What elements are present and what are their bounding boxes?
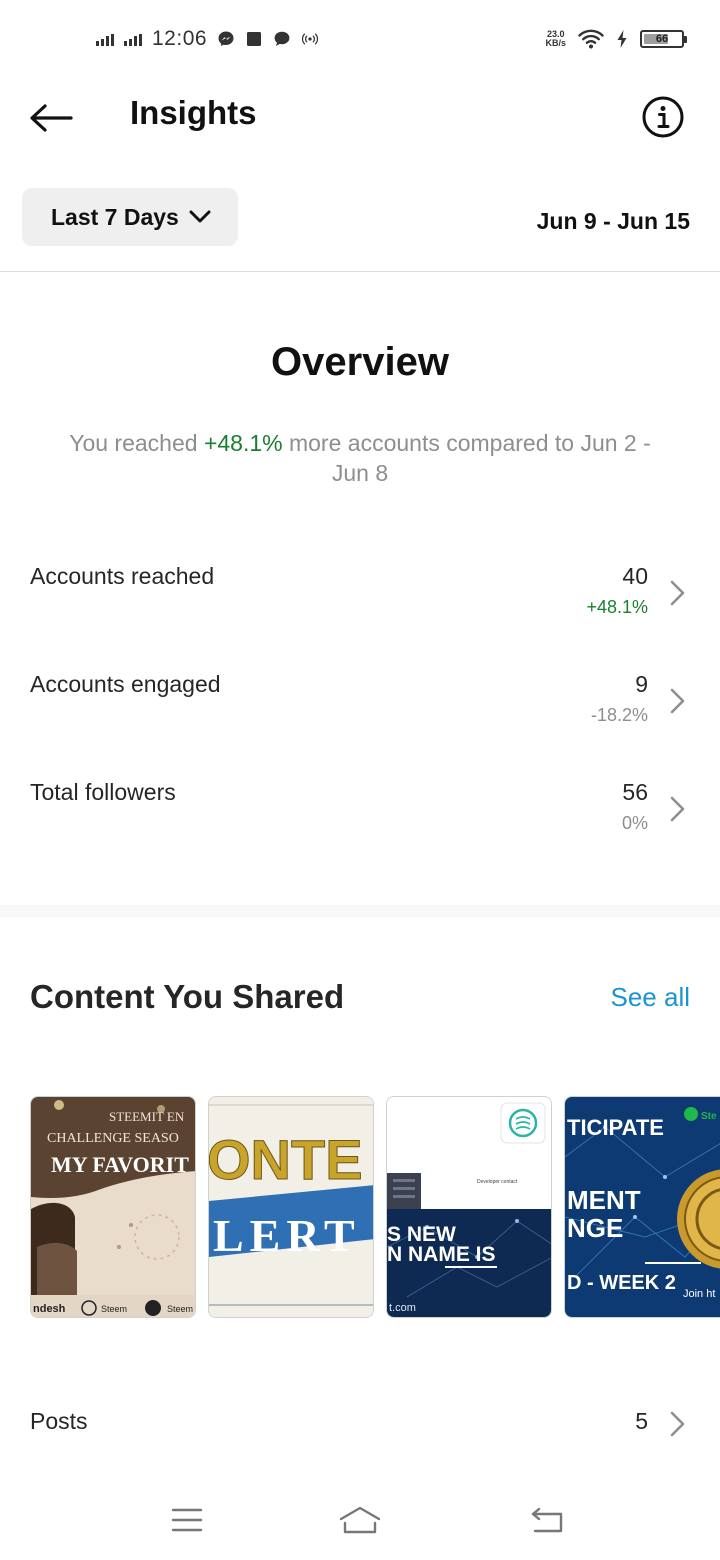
section-separator [0,905,720,917]
posts-count: 5 [635,1408,648,1434]
divider [0,271,720,272]
thumb-text: Developer contact [477,1179,518,1185]
thumbnail-image: TICIPATE Ste MENT NGE D - WEEK 2 Join ht [565,1097,720,1317]
overview-summary: You reached +48.1% more accounts compare… [60,428,660,488]
metric-label: Total followers [30,779,176,805]
summary-prefix: You reached [69,430,204,456]
clock: 12:06 [152,27,208,50]
metric-change: -18.2% [590,705,648,725]
chevron-down-icon [189,210,211,223]
thumb-text: t.com [389,1302,416,1314]
thumb-text: STEEMIT EN [109,1109,185,1124]
menu-icon [171,1508,203,1532]
content-thumbnail[interactable]: TICIPATE Ste MENT NGE D - WEEK 2 Join ht [564,1096,720,1318]
charging-icon [617,30,627,48]
metric-value: 56 [622,779,648,805]
arrow-left-icon [30,104,73,132]
signal-icon [124,32,142,46]
date-range-dropdown[interactable]: Last 7 Days [22,188,238,246]
chevron-right-icon [670,1411,685,1437]
thumb-text: CHALLENGE SEASO [47,1131,179,1146]
thumb-text: N NAME IS [387,1243,496,1266]
home-button[interactable] [335,1500,385,1540]
metric-row-accounts-reached[interactable]: Accounts reached 40 +48.1% [0,563,720,643]
back-button[interactable] [28,96,74,140]
metric-change: 0% [621,813,648,833]
back-icon [531,1507,563,1533]
thumb-text: MY FAVORIT [51,1152,189,1177]
messenger-icon [218,31,234,46]
wifi-icon [578,29,604,49]
thumbnail-image: Developer contact S NEW N NAME IS t.com [387,1097,551,1317]
see-all-link[interactable]: See all [611,982,691,1013]
battery-level: 66 [655,33,669,45]
metric-row-total-followers[interactable]: Total followers 56 0% [0,779,720,859]
chevron-right-icon [670,796,685,822]
square-icon [247,32,262,46]
info-button[interactable] [640,94,686,140]
summary-highlight: +48.1% [203,430,283,456]
thumb-text: Ste [701,1111,717,1122]
status-right: 23.0 KB/s 66 [545,26,687,52]
status-bar: 12:06 23.0 KB/s 66 [0,0,720,78]
battery-icon: 66 [640,30,687,48]
metric-label: Accounts engaged [30,671,221,697]
thumb-text: TICIPATE [567,1115,664,1140]
chat-icon [274,31,290,46]
thumb-text: ndesh [33,1303,66,1315]
home-icon [339,1506,381,1534]
signal-icon [96,32,114,46]
content-thumbnails: STEEMIT EN CHALLENGE SEASO MY FAVORIT nd… [30,1096,720,1318]
info-icon [642,96,684,138]
metric-value: 9 [635,671,648,697]
metric-label: Accounts reached [30,563,215,589]
hotspot-icon [302,33,319,45]
posts-label: Posts [30,1408,88,1434]
thumb-text: ONTE [209,1128,363,1191]
net-speed: 23.0 KB/s [545,30,566,48]
thumb-text: Steem [167,1304,193,1314]
content-thumbnail[interactable]: STEEMIT EN CHALLENGE SEASO MY FAVORIT nd… [30,1096,196,1318]
overview-title: Overview [271,340,449,384]
date-range-text: Jun 9 - Jun 15 [536,208,690,234]
content-shared-title: Content You Shared [30,978,345,1015]
net-speed-unit: KB/s [545,38,566,48]
chevron-right-icon [670,688,685,714]
date-range-label: Last 7 Days [51,203,179,230]
thumb-text: MENT [567,1185,641,1215]
status-left: 12:06 [96,24,319,54]
system-nav-bar [0,1480,720,1560]
thumb-text: Join ht [683,1288,715,1300]
metric-change: +48.1% [586,597,648,617]
thumb-text: NGE [567,1213,623,1243]
chevron-right-icon [670,580,685,606]
thumbnail-image: STEEMIT EN CHALLENGE SEASO MY FAVORIT nd… [31,1097,195,1317]
page-title: Insights [130,94,257,131]
posts-row[interactable]: Posts 5 [0,1402,720,1442]
thumb-text: Steem [101,1304,127,1314]
metric-row-accounts-engaged[interactable]: Accounts engaged 9 -18.2% [0,671,720,751]
thumb-text: LERT [213,1210,361,1261]
thumb-text: D - WEEK 2 [567,1272,676,1294]
metric-value: 40 [622,563,648,589]
thumbnail-image: ONTE LERT [209,1097,373,1317]
menu-button[interactable] [162,1500,212,1540]
app-header: Insights [0,78,720,158]
summary-suffix: more accounts compared to Jun 2 - Jun 8 [282,430,651,486]
content-thumbnail[interactable]: Developer contact S NEW N NAME IS t.com [386,1096,552,1318]
back-nav-button[interactable] [522,1500,572,1540]
content-thumbnail[interactable]: ONTE LERT [208,1096,374,1318]
